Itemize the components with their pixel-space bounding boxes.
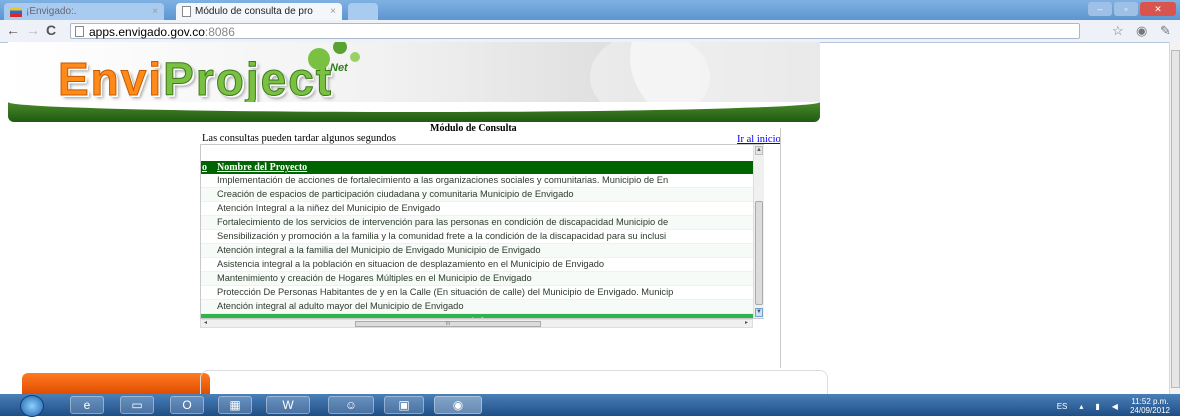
module-title: Módulo de Consulta (430, 123, 517, 134)
tab-envigado[interactable]: ¡Envigado:. × (4, 3, 164, 20)
start-button[interactable] (20, 395, 44, 417)
minimize-button[interactable]: – (1088, 2, 1112, 16)
table-row[interactable]: Sensibilización y promoción a la familia… (201, 230, 754, 244)
banner-green-band (8, 102, 820, 122)
tab-title: Módulo de consulta de pro (195, 6, 313, 17)
scroll-left-icon[interactable]: ◂ (204, 319, 207, 326)
browser-titlebar: ¡Envigado:. × Módulo de consulta de pro … (0, 0, 1180, 20)
page-vertical-scrollbar[interactable] (1169, 42, 1180, 394)
enviproject-logo[interactable]: EnviProject (57, 52, 333, 106)
footer-panel (200, 370, 828, 396)
forward-arrow-icon[interactable]: → (26, 22, 40, 38)
logo-net-suffix: Net (330, 62, 348, 74)
ie-icon[interactable]: e (70, 396, 104, 414)
windows-taskbar: e ▭ O ▦ W ☺ ▣ ◉ ES ▴ ▮ ◀ 11:52 p.m. 24/0… (0, 394, 1180, 417)
address-bar[interactable]: apps.envigado.gov.co:8086 (70, 23, 1080, 39)
scroll-thumb[interactable] (1171, 50, 1180, 388)
language-indicator[interactable]: ES (1057, 402, 1068, 411)
system-tray: ES ▴ ▮ ◀ 11:52 p.m. 24/09/2012 (1057, 397, 1170, 415)
page-favicon-icon (182, 6, 191, 17)
window-app-icon[interactable]: ▣ (384, 396, 424, 414)
network-icon[interactable]: ▮ (1095, 402, 1099, 411)
close-icon[interactable]: × (330, 6, 336, 17)
table-row[interactable]: Atención integral a la familia del Munic… (201, 244, 754, 258)
grid-header: o Nombre del Proyecto (201, 161, 754, 174)
word-icon[interactable]: W (266, 396, 310, 414)
table-row[interactable]: Implementación de acciones de fortalecim… (201, 174, 754, 188)
chrome-icon[interactable]: ◉ (434, 396, 482, 414)
grid-horizontal-scrollbar[interactable]: ◂ III ▸ (200, 319, 753, 328)
folder-icon[interactable]: ▭ (120, 396, 154, 414)
clock-date: 24/09/2012 (1129, 406, 1170, 415)
divider (780, 128, 781, 368)
url-port: :8086 (204, 25, 235, 39)
grid-vertical-scrollbar[interactable]: ▲ ▼ (753, 145, 764, 318)
table-row[interactable]: Atención integral al adulto mayor del Mu… (201, 300, 754, 314)
tray-arrow-icon[interactable]: ▴ (1079, 402, 1083, 411)
close-window-button[interactable]: ✕ (1140, 2, 1176, 16)
tab-title: ¡Envigado:. (26, 6, 77, 17)
clock-time: 11:52 p.m. (1131, 397, 1169, 406)
column-header-name[interactable]: Nombre del Proyecto (214, 162, 307, 173)
back-arrow-icon[interactable]: ← (6, 22, 20, 38)
outlook-icon[interactable]: O (170, 396, 204, 414)
table-row[interactable]: Mantenimiento y creación de Hogares Múlt… (201, 272, 754, 286)
projects-grid: o Nombre del Proyecto Implementación de a… (200, 144, 764, 319)
volume-icon[interactable]: ◀ (1112, 402, 1118, 411)
scroll-thumb[interactable] (755, 201, 763, 305)
leaf-dot-icon (308, 48, 330, 70)
scroll-down-icon[interactable]: ▼ (755, 308, 763, 317)
table-row[interactable]: Atención Integral a la niñez del Municip… (201, 202, 754, 216)
column-header-code[interactable]: o (201, 161, 214, 174)
extension-eye-icon[interactable]: ◉ (1136, 23, 1147, 39)
orange-footer-tab (22, 373, 210, 394)
flag-favicon-icon (10, 6, 22, 17)
scroll-up-icon[interactable]: ▲ (755, 146, 763, 155)
page-icon (75, 26, 84, 37)
scroll-right-icon[interactable]: ▸ (745, 319, 748, 326)
star-icon[interactable]: ☆ (1112, 23, 1124, 39)
reload-icon[interactable]: C (46, 22, 56, 38)
scroll-thumb[interactable]: III (355, 321, 541, 327)
close-icon[interactable]: × (152, 6, 158, 17)
loading-notice: Las consultas pueden tardar algunos segu… (202, 133, 396, 144)
clock[interactable]: 11:52 p.m. 24/09/2012 (1130, 397, 1170, 415)
tab-modulo-consulta[interactable]: Módulo de consulta de pro × (176, 3, 342, 20)
table-row[interactable]: Protección De Personas Habitantes de y e… (201, 286, 754, 300)
calculator-icon[interactable]: ▦ (218, 396, 252, 414)
table-row[interactable]: Asistencia integral a la población en si… (201, 258, 754, 272)
leaf-dot-icon (333, 42, 347, 54)
browser-toolbar: ← → C apps.envigado.gov.co:8086 ☆ ◉ ✎ (0, 20, 1180, 43)
maximize-button[interactable]: ▫ (1114, 2, 1138, 16)
wrench-icon[interactable]: ✎ (1160, 23, 1171, 39)
new-tab-button[interactable] (348, 3, 378, 20)
url-host: apps.envigado.gov.co (89, 25, 205, 39)
table-row[interactable]: Fortalecimiento de los servicios de inte… (201, 216, 754, 230)
leaf-dot-icon (350, 52, 360, 62)
messenger-icon[interactable]: ☺ (328, 396, 374, 414)
table-row[interactable]: Creación de espacios de participación ci… (201, 188, 754, 202)
